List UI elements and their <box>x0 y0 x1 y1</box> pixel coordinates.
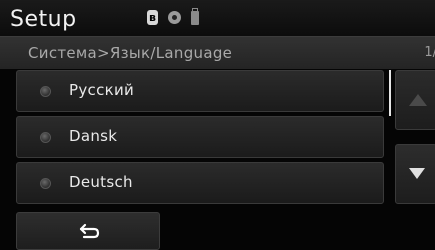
language-label: Русский <box>69 81 135 99</box>
language-label: Dansk <box>69 127 118 145</box>
radio-dot-icon <box>40 132 51 143</box>
header-bar: Setup ʙ <box>0 0 435 36</box>
arrow-down-icon <box>409 168 425 179</box>
arrow-up-icon <box>409 94 427 106</box>
scroll-up-button[interactable] <box>395 70 435 130</box>
breadcrumb-bar: Система>Язык/Language 1/ <box>0 36 435 69</box>
back-button[interactable] <box>16 212 160 250</box>
scroll-down-button[interactable] <box>395 144 435 204</box>
page-indicator: 1/ <box>424 45 435 60</box>
status-icons: ʙ <box>147 7 199 25</box>
language-label: Deutsch <box>69 173 133 191</box>
radio-dot-icon <box>40 86 51 97</box>
language-option-danish[interactable]: Dansk <box>16 116 384 158</box>
language-option-german[interactable]: Deutsch <box>16 162 384 204</box>
page-title: Setup <box>10 7 77 32</box>
scroll-indicator <box>389 70 391 116</box>
usb-icon <box>191 7 199 25</box>
disc-icon <box>168 11 181 24</box>
back-arrow-icon <box>79 223 100 239</box>
radio-dot-icon <box>40 178 51 189</box>
language-option-russian[interactable]: Русский <box>16 70 384 112</box>
bluetooth-icon: ʙ <box>147 10 158 25</box>
breadcrumb: Система>Язык/Language <box>28 44 233 62</box>
